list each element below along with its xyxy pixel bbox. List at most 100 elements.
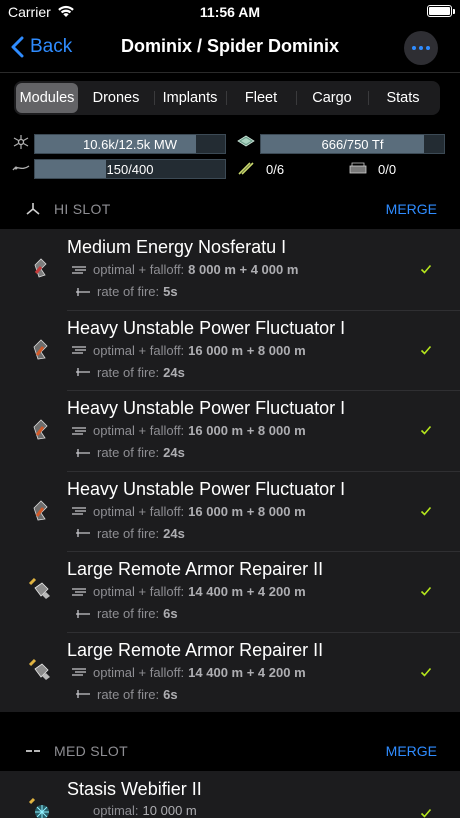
med-slot-icon bbox=[26, 750, 40, 752]
module-range: optimal + falloff: 16 000 m + 8 000 m bbox=[71, 423, 306, 438]
check-icon bbox=[420, 667, 432, 677]
module-rate-of-fire: rate of fire: 24s bbox=[75, 445, 185, 460]
check-icon bbox=[420, 264, 432, 274]
module-row[interactable]: Heavy Unstable Power Fluctuator I optima… bbox=[0, 390, 460, 471]
rate-of-fire-icon bbox=[76, 448, 90, 457]
range-icon bbox=[72, 265, 86, 274]
module-range: optimal + falloff: 16 000 m + 8 000 m bbox=[71, 343, 306, 358]
launcher-icon bbox=[349, 162, 367, 174]
hi-slot-list: Medium Energy Nosferatu I optimal + fall… bbox=[0, 229, 460, 712]
module-rate-of-fire: rate of fire: 24s bbox=[75, 526, 185, 541]
module-row[interactable]: Large Remote Armor Repairer II optimal +… bbox=[0, 631, 460, 713]
hi-slot-header: HI SLOT MERGE bbox=[0, 189, 460, 229]
hi-slot-merge-button[interactable]: MERGE bbox=[386, 201, 437, 217]
module-name: Heavy Unstable Power Fluctuator I bbox=[67, 398, 346, 418]
module-range-value: 16 000 m + 8 000 m bbox=[188, 342, 306, 358]
med-slot-label: MED SLOT bbox=[54, 743, 128, 759]
range-icon bbox=[72, 346, 86, 354]
range-icon bbox=[72, 668, 86, 676]
cpu-value: 666/750 Tf bbox=[321, 137, 384, 152]
hi-slot-icon bbox=[26, 203, 40, 215]
tab-bar: Modules Drones Implants Fleet Cargo Stat… bbox=[14, 81, 440, 115]
tab-stats[interactable]: Stats bbox=[368, 83, 438, 113]
battery-icon bbox=[427, 5, 455, 17]
rate-of-fire-icon bbox=[76, 529, 90, 537]
ellipsis-icon bbox=[412, 46, 430, 50]
module-name: Heavy Unstable Power Fluctuator I bbox=[67, 478, 346, 499]
launcher-hardpoints-value: 0/0 bbox=[378, 162, 397, 177]
module-rate-of-fire-value: 24s bbox=[163, 445, 185, 460]
module-row[interactable]: Medium Energy Nosferatu I optimal + fall… bbox=[0, 229, 460, 310]
powergrid-bar: 10.6k/12.5k MW bbox=[34, 134, 226, 154]
module-rate-of-fire-value: 24s bbox=[163, 525, 185, 541]
tab-cargo[interactable]: Cargo bbox=[296, 83, 368, 113]
webifier-icon bbox=[28, 797, 49, 818]
tab-fleet[interactable]: Fleet bbox=[226, 83, 296, 113]
range-icon bbox=[72, 426, 86, 435]
module-range-value: 8 000 m + 4 000 m bbox=[188, 262, 299, 277]
check-icon bbox=[420, 345, 432, 355]
module-rate-of-fire-value: 24s bbox=[163, 364, 185, 380]
module-rate-of-fire: rate of fire: 6s bbox=[75, 687, 178, 702]
fluctuator-icon bbox=[33, 338, 48, 359]
more-button[interactable] bbox=[404, 31, 438, 65]
module-row[interactable]: Stasis Webifier II optimal: 10 000 m bbox=[0, 771, 460, 818]
nosferatu-icon bbox=[34, 258, 47, 278]
navigation-bar: Back Dominix / Spider Dominix bbox=[0, 24, 460, 72]
range-icon bbox=[72, 507, 86, 515]
module-row[interactable]: Heavy Unstable Power Fluctuator I optima… bbox=[0, 309, 460, 391]
med-slot-merge-button[interactable]: MERGE bbox=[386, 743, 437, 759]
module-range-value: 16 000 m + 8 000 m bbox=[188, 423, 306, 438]
module-range: optimal: 10 000 m bbox=[93, 803, 197, 818]
module-name: Heavy Unstable Power Fluctuator I bbox=[67, 317, 346, 338]
check-icon bbox=[420, 586, 432, 596]
module-rate-of-fire-value: 6s bbox=[163, 606, 178, 621]
page-title: Dominix / Spider Dominix bbox=[120, 36, 340, 56]
module-row[interactable]: Large Remote Armor Repairer II optimal +… bbox=[0, 551, 460, 632]
calibration-icon bbox=[12, 165, 30, 171]
module-rate-of-fire: rate of fire: 24s bbox=[75, 365, 185, 380]
fluctuator-icon bbox=[33, 499, 48, 520]
rate-of-fire-icon bbox=[76, 690, 90, 698]
module-name: Medium Energy Nosferatu I bbox=[67, 237, 287, 257]
status-bar: Carrier 11:56 AM bbox=[0, 0, 460, 24]
module-range: optimal + falloff: 14 400 m + 4 200 m bbox=[71, 584, 306, 599]
tab-modules[interactable]: Modules bbox=[16, 83, 78, 113]
calibration-bar: 150/400 bbox=[34, 159, 226, 179]
rate-of-fire-icon bbox=[76, 287, 90, 296]
module-row[interactable]: Heavy Unstable Power Fluctuator I optima… bbox=[0, 470, 460, 552]
module-range: optimal + falloff: 8 000 m + 4 000 m bbox=[71, 262, 298, 277]
tab-implants[interactable]: Implants bbox=[154, 83, 226, 113]
cpu-icon bbox=[237, 135, 255, 147]
module-range-value: 10 000 m bbox=[142, 803, 197, 818]
range-icon bbox=[72, 587, 86, 596]
check-icon bbox=[420, 506, 432, 516]
check-icon bbox=[420, 808, 432, 818]
module-rate-of-fire: rate of fire: 6s bbox=[75, 606, 178, 621]
powergrid-icon bbox=[13, 135, 29, 149]
hi-slot-label: HI SLOT bbox=[54, 201, 111, 217]
tab-drones[interactable]: Drones bbox=[78, 83, 154, 113]
clock: 11:56 AM bbox=[199, 4, 261, 20]
resource-stats: 10.6k/12.5k MW 666/750 Tf 150/400 0/6 0/… bbox=[0, 130, 460, 188]
module-name: Large Remote Armor Repairer II bbox=[67, 639, 324, 660]
med-slot-header: MED SLOT MERGE bbox=[0, 731, 460, 771]
turret-hardpoints-value: 0/6 bbox=[266, 162, 285, 177]
module-range: optimal + falloff: 14 400 m + 4 200 m bbox=[71, 665, 306, 680]
armor-repairer-icon bbox=[28, 577, 50, 599]
nav-divider bbox=[0, 72, 460, 73]
module-range-value: 14 400 m + 4 200 m bbox=[188, 584, 306, 599]
rate-of-fire-icon bbox=[76, 368, 90, 376]
module-name: Large Remote Armor Repairer II bbox=[67, 559, 324, 579]
calibration-value: 150/400 bbox=[106, 162, 154, 177]
module-name: Stasis Webifier II bbox=[67, 779, 202, 799]
module-range-value: 16 000 m + 8 000 m bbox=[188, 503, 306, 519]
check-icon bbox=[420, 425, 432, 435]
rate-of-fire-icon bbox=[76, 609, 90, 618]
cpu-bar: 666/750 Tf bbox=[260, 134, 445, 154]
module-range: optimal + falloff: 16 000 m + 8 000 m bbox=[71, 504, 306, 519]
module-range-value: 14 400 m + 4 200 m bbox=[188, 664, 306, 680]
powergrid-value: 10.6k/12.5k MW bbox=[83, 137, 177, 152]
module-rate-of-fire-value: 6s bbox=[163, 686, 178, 702]
turret-icon bbox=[238, 162, 254, 175]
